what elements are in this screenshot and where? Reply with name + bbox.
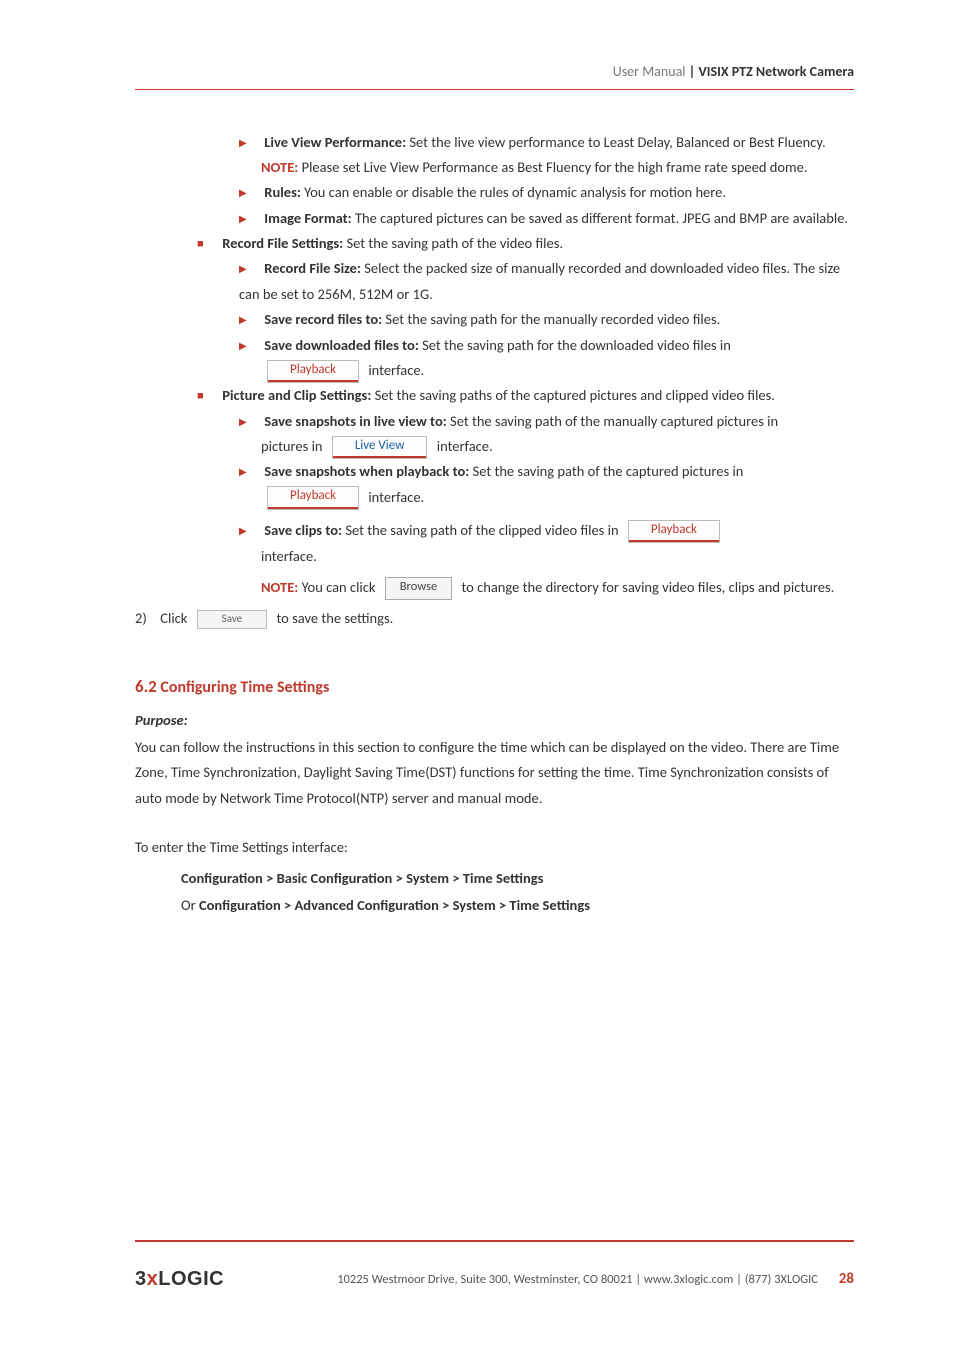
- text-interface-3: interface.: [368, 488, 424, 506]
- label-rules: Rules:: [264, 183, 301, 201]
- footer-rule: [135, 1240, 854, 1242]
- bullet-save-clips: Save clips to: Set the saving path of th…: [239, 518, 854, 543]
- text-live-view-performance: Set the live view performance to Least D…: [406, 133, 826, 151]
- text-save-record-files: Set the saving path for the manually rec…: [382, 310, 720, 328]
- bullet-save-snapshots-live: Save snapshots in live view to: Set the …: [239, 409, 854, 434]
- label-record-file-size: Record File Size:: [264, 259, 361, 277]
- liveview-button[interactable]: Live View: [332, 436, 428, 460]
- playback-button-2-label: Playback: [290, 488, 336, 503]
- bullet-record-file-size: Record File Size: Select the packed size…: [239, 256, 854, 307]
- note-browse-post: to change the directory for saving video…: [461, 578, 834, 596]
- step-2-pre: Click: [160, 609, 190, 627]
- save-button-label: Save: [222, 612, 242, 625]
- header-rule: [135, 89, 854, 90]
- note-live-view: NOTE: Please set Live View Performance a…: [261, 155, 854, 180]
- to-enter-time-settings: To enter the Time Settings interface:: [135, 835, 854, 860]
- bullet-save-snapshots-playback: Save snapshots when playback to: Set the…: [239, 459, 854, 484]
- step-2: 2) Click Save to save the settings.: [135, 606, 854, 631]
- section-6-2-heading: 6.2 Configuring Time Settings: [135, 672, 854, 702]
- label-record-file-settings: Record File Settings:: [222, 234, 343, 252]
- label-save-record-files: Save record files to:: [264, 310, 382, 328]
- page-footer: 3xLOGIC 10225 Westmoor Drive, Suite 300,…: [135, 1240, 854, 1297]
- label-image-format: Image Format:: [264, 209, 351, 227]
- bullet-picture-clip-settings: Picture and Clip Settings: Set the savin…: [197, 383, 854, 408]
- row-liveview-interface: pictures in Live View interface.: [261, 434, 854, 459]
- row-playback-interface-2: Playback interface.: [261, 485, 854, 510]
- purpose-label: Purpose:: [135, 708, 854, 733]
- text-save-clips: Set the saving path of the clipped video…: [342, 521, 622, 539]
- label-save-downloaded: Save downloaded files to:: [264, 336, 419, 354]
- section-6-2-body: You can follow the instructions in this …: [135, 735, 854, 811]
- text-save-downloaded: Set the saving path for the downloaded v…: [419, 336, 731, 354]
- bullet-save-downloaded-files: Save downloaded files to: Set the saving…: [239, 333, 854, 358]
- text-snap-live: Set the saving path of the manually capt…: [447, 412, 778, 430]
- playback-button-1[interactable]: Playback: [267, 360, 359, 384]
- row-playback-interface-1: Playback interface.: [261, 358, 854, 383]
- note-live-view-text: Please set Live View Performance as Best…: [298, 158, 807, 176]
- logo-x: x: [147, 1268, 159, 1290]
- text-record-file-settings: Set the saving path of the video files.: [343, 234, 563, 252]
- bullet-image-format: Image Format: The captured pictures can …: [239, 206, 854, 231]
- text-interface-1: interface.: [368, 361, 424, 379]
- note-browse-pre: You can click: [298, 578, 378, 596]
- text-picture-clip: Set the saving paths of the captured pic…: [371, 386, 775, 404]
- header-product: | VISIX PTZ Network Camera: [689, 63, 854, 80]
- playback-button-2[interactable]: Playback: [267, 486, 359, 510]
- liveview-button-label: Live View: [355, 438, 405, 453]
- text-interface-2: interface.: [437, 437, 493, 455]
- browse-button-label: Browse: [400, 579, 437, 594]
- config-path-1: Configuration > Basic Configuration > Sy…: [181, 869, 543, 887]
- step-2-num: 2): [135, 606, 157, 631]
- logo-3: 3: [135, 1268, 147, 1290]
- bullet-live-view-performance: Live View Performance: Set the live view…: [239, 130, 854, 155]
- playback-button-1-label: Playback: [290, 362, 336, 377]
- step-2-post: to save the settings.: [276, 609, 393, 627]
- label-snap-playback: Save snapshots when playback to:: [264, 462, 469, 480]
- text-image-format: The captured pictures can be saved as di…: [352, 209, 848, 227]
- page-header: User Manual | VISIX PTZ Network Camera: [135, 60, 854, 90]
- note-browse: NOTE: You can click Browse to change the…: [261, 575, 854, 600]
- browse-button[interactable]: Browse: [385, 577, 452, 599]
- text-save-clips-trailing: interface.: [261, 544, 854, 569]
- text-snap-playback: Set the saving path of the captured pict…: [469, 462, 743, 480]
- section-6-2-title: Configuring Time Settings: [157, 678, 330, 697]
- page-number: 28: [839, 1270, 854, 1288]
- bullet-save-record-files: Save record files to: Set the saving pat…: [239, 307, 854, 332]
- playback-button-3-label: Playback: [651, 522, 697, 537]
- or-text: Or: [181, 896, 199, 914]
- bullet-rules: Rules: You can enable or disable the rul…: [239, 180, 854, 205]
- note-label: NOTE:: [261, 158, 298, 176]
- save-button[interactable]: Save: [197, 610, 267, 629]
- section-6-2-num: 6.2: [135, 676, 157, 697]
- footer-address: 10225 Westmoor Drive, Suite 300, Westmin…: [337, 1266, 854, 1292]
- config-paths: Configuration > Basic Configuration > Sy…: [181, 865, 854, 920]
- playback-button-3[interactable]: Playback: [628, 520, 720, 544]
- header-usermanual: User Manual: [613, 63, 686, 80]
- label-live-view-performance: Live View Performance:: [264, 133, 406, 151]
- label-picture-clip: Picture and Clip Settings:: [222, 386, 371, 404]
- text-rules: You can enable or disable the rules of d…: [301, 183, 726, 201]
- logo-logic: LOGIC: [158, 1268, 224, 1290]
- config-path-2: Configuration > Advanced Configuration >…: [199, 896, 590, 914]
- footer-address-text: 10225 Westmoor Drive, Suite 300, Westmin…: [337, 1272, 818, 1287]
- bullet-record-file-settings: Record File Settings: Set the saving pat…: [197, 231, 854, 256]
- logo-3xlogic: 3xLOGIC: [135, 1262, 224, 1297]
- text-pictures-in: pictures in: [261, 437, 326, 455]
- label-snap-live: Save snapshots in live view to:: [264, 412, 446, 430]
- note-browse-label: NOTE:: [261, 578, 298, 596]
- label-save-clips: Save clips to:: [264, 521, 342, 539]
